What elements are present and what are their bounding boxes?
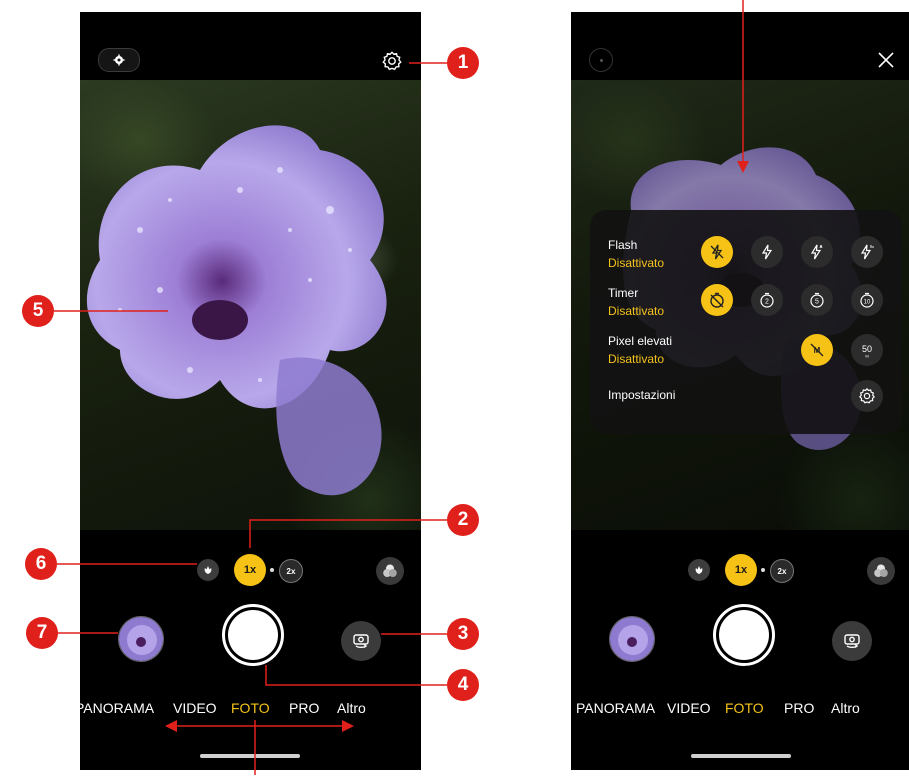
annotation-badge-7: 7 <box>26 617 58 649</box>
annotation-badge-5: 5 <box>22 295 54 327</box>
annotation-badge-4: 4 <box>447 669 479 701</box>
annotation-badge-1: 1 <box>447 47 479 79</box>
annotation-badge-2: 2 <box>447 504 479 536</box>
annotation-badge-3: 3 <box>447 618 479 650</box>
annotation-badge-6: 6 <box>25 548 57 580</box>
annotation-lines <box>54 0 749 775</box>
